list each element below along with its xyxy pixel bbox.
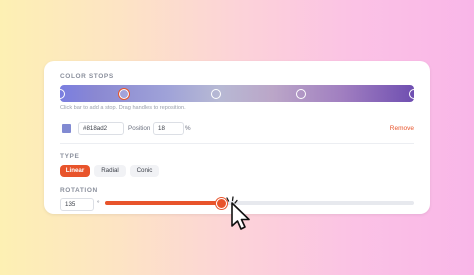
position-unit: %	[185, 125, 191, 132]
rotation-unit: °	[97, 200, 100, 207]
divider	[60, 143, 414, 144]
type-linear-button[interactable]: Linear	[60, 165, 90, 177]
color-stop-handle[interactable]	[210, 88, 221, 99]
color-stop-handle[interactable]	[295, 88, 306, 99]
rotation-slider[interactable]	[105, 198, 414, 209]
stop-color-hex-input[interactable]: #818ad2	[78, 122, 124, 135]
gradient-editor-panel: COLOR STOPS Click bar to add a stop. Dra…	[44, 61, 430, 214]
pointer-cursor-icon	[226, 196, 250, 230]
color-stop-handle-active[interactable]	[117, 87, 130, 100]
type-conic-button[interactable]: Conic	[130, 165, 159, 177]
remove-stop-button[interactable]: Remove	[390, 125, 414, 132]
rotation-slider-fill	[105, 201, 221, 205]
color-stops-title: COLOR STOPS	[60, 73, 114, 80]
position-label: Position	[128, 125, 151, 132]
color-stops-hint: Click bar to add a stop. Drag handles to…	[60, 105, 186, 111]
type-radial-button[interactable]: Radial	[94, 165, 126, 177]
stop-color-swatch[interactable]	[62, 124, 71, 133]
rotation-title: ROTATION	[60, 187, 98, 194]
stop-position-input[interactable]: 18	[153, 122, 184, 135]
type-title: TYPE	[60, 153, 80, 160]
color-stop-handle[interactable]	[55, 88, 65, 99]
rotation-input[interactable]: 135	[60, 198, 94, 211]
gradient-bar[interactable]	[55, 85, 419, 102]
color-stop-handle[interactable]	[409, 88, 419, 99]
